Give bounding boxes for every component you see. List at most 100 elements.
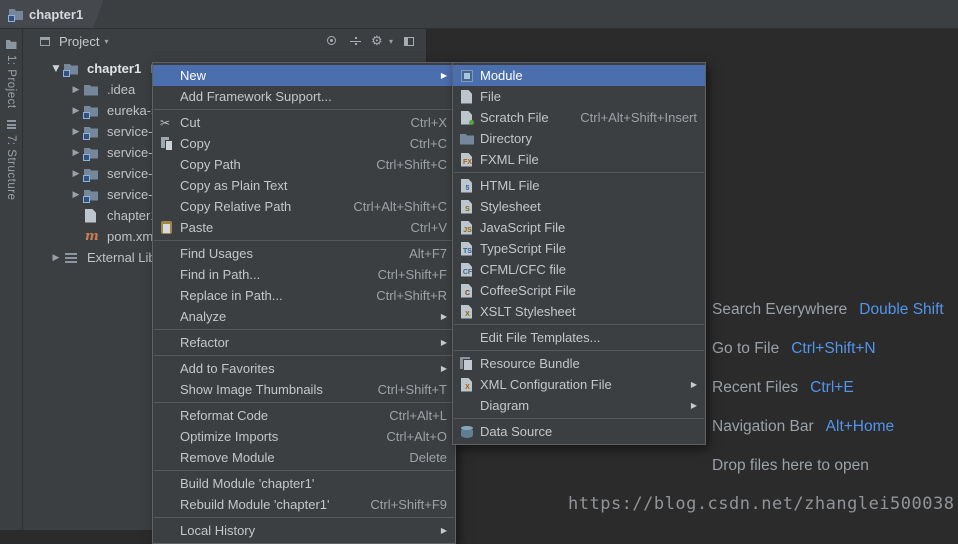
expand-arrow-icon[interactable]: ▶ bbox=[69, 190, 83, 200]
blank-icon bbox=[159, 497, 175, 513]
menu-item-find-in-path[interactable]: Find in Path...Ctrl+Shift+F bbox=[153, 264, 455, 285]
tool-button-project-label: 1: Project bbox=[5, 55, 17, 109]
menu-item-new[interactable]: New▶ bbox=[153, 65, 455, 86]
menu-item-label: Cut bbox=[180, 115, 395, 130]
editor-hint: Search EverywhereDouble Shift bbox=[712, 301, 944, 325]
menu-item-replace-in-path[interactable]: Replace in Path...Ctrl+Shift+R bbox=[153, 285, 455, 306]
hint-shortcut: Ctrl+E bbox=[810, 379, 854, 396]
expand-arrow-icon[interactable]: ▶ bbox=[69, 106, 83, 116]
menu-item-cut[interactable]: Cut Ctrl+X bbox=[153, 112, 455, 133]
collapse-all-icon[interactable] bbox=[347, 33, 364, 50]
tool-button-structure[interactable]: 7: Structure bbox=[5, 118, 18, 200]
menu-item-optimize-imports[interactable]: Optimize ImportsCtrl+Alt+O bbox=[153, 426, 455, 447]
menu-item-label: Module bbox=[480, 68, 697, 83]
menu-item-analyze[interactable]: Analyze▶ bbox=[153, 306, 455, 327]
menu-item-javascript-file[interactable]: JavaScript File bbox=[453, 217, 705, 238]
menu-item-copy-path[interactable]: Copy PathCtrl+Shift+C bbox=[153, 154, 455, 175]
menu-item-label: Copy bbox=[180, 136, 394, 151]
menu-item-label: Add Framework Support... bbox=[180, 89, 447, 104]
menu-item-remove-module[interactable]: Remove ModuleDelete bbox=[153, 447, 455, 468]
menu-item-show-image-thumbnails[interactable]: Show Image ThumbnailsCtrl+Shift+T bbox=[153, 379, 455, 400]
expand-arrow-icon[interactable]: ▶ bbox=[49, 253, 63, 263]
menu-item-xml-configuration-file[interactable]: XML Configuration File▶ bbox=[453, 374, 705, 395]
menu-item-fxml-file[interactable]: FXML File bbox=[453, 149, 705, 170]
blank-icon bbox=[159, 450, 175, 466]
module-folder-icon bbox=[83, 166, 99, 182]
menu-item-stylesheet[interactable]: Stylesheet bbox=[453, 196, 705, 217]
locate-file-icon[interactable] bbox=[324, 33, 341, 50]
menu-item-reformat-code[interactable]: Reformat CodeCtrl+Alt+L bbox=[153, 405, 455, 426]
menu-item-html-file[interactable]: HTML File bbox=[453, 175, 705, 196]
submenu-arrow-icon: ▶ bbox=[436, 526, 447, 535]
tool-button-structure-label: 7: Structure bbox=[5, 135, 17, 200]
menu-item-label: Refactor bbox=[180, 335, 436, 350]
menu-item-cfml-cfc-file[interactable]: CFML/CFC file bbox=[453, 259, 705, 280]
menu-item-local-history[interactable]: Local History▶ bbox=[153, 520, 455, 541]
menu-item-copy[interactable]: CopyCtrl+C bbox=[153, 133, 455, 154]
menu-separator bbox=[454, 324, 704, 325]
hide-panel-icon[interactable] bbox=[401, 33, 418, 50]
blank-icon bbox=[159, 476, 175, 492]
hint-label: Drop files here to open bbox=[712, 457, 869, 474]
menu-item-build-module-chapter1[interactable]: Build Module 'chapter1' bbox=[153, 473, 455, 494]
menu-item-module[interactable]: Module bbox=[453, 65, 705, 86]
folder-icon bbox=[459, 131, 475, 147]
menu-item-rebuild-module-chapter1[interactable]: Rebuild Module 'chapter1'Ctrl+Shift+F9 bbox=[153, 494, 455, 515]
editor-hint: Recent FilesCtrl+E bbox=[712, 379, 944, 403]
menu-item-resource-bundle[interactable]: Resource Bundle bbox=[453, 353, 705, 374]
menu-item-xslt-stylesheet[interactable]: XSLT Stylesheet bbox=[453, 301, 705, 322]
expand-arrow-icon[interactable]: ▶ bbox=[69, 127, 83, 137]
xslt-icon bbox=[459, 304, 475, 320]
blank-icon bbox=[159, 382, 175, 398]
menu-item-file[interactable]: File bbox=[453, 86, 705, 107]
menu-item-paste[interactable]: Paste Ctrl+V bbox=[153, 217, 455, 238]
tree-item-label: chapter1 bbox=[87, 61, 141, 76]
tool-button-project[interactable]: 1: Project bbox=[5, 38, 18, 109]
menu-item-diagram[interactable]: Diagram▶ bbox=[453, 395, 705, 416]
expand-arrow-icon[interactable]: ▶ bbox=[69, 148, 83, 158]
tab-chapter1[interactable]: chapter1 bbox=[0, 0, 103, 28]
file-icon bbox=[459, 89, 475, 105]
menu-item-shortcut: Ctrl+Shift+F bbox=[378, 267, 447, 282]
menu-separator bbox=[454, 350, 704, 351]
menu-item-data-source[interactable]: Data Source bbox=[453, 421, 705, 442]
menu-item-label: Paste bbox=[180, 220, 395, 235]
blank-icon bbox=[159, 89, 175, 105]
chevron-down-icon: ▾ bbox=[389, 37, 393, 46]
menu-item-shortcut: Ctrl+V bbox=[411, 220, 447, 235]
shortcut-hints: Search EverywhereDouble ShiftGo to FileC… bbox=[712, 301, 944, 496]
collapse-arrow-icon[interactable]: ▼ bbox=[49, 64, 63, 74]
menu-item-scratch-file[interactable]: Scratch FileCtrl+Alt+Shift+Insert bbox=[453, 107, 705, 128]
cf-icon bbox=[459, 262, 475, 278]
menu-item-copy-as-plain-text[interactable]: Copy as Plain Text bbox=[153, 175, 455, 196]
hint-label: Search Everywhere bbox=[712, 301, 847, 318]
menu-item-shortcut: Ctrl+X bbox=[411, 115, 447, 130]
menu-item-find-usages[interactable]: Find UsagesAlt+F7 bbox=[153, 243, 455, 264]
menu-item-edit-file-templates[interactable]: Edit File Templates... bbox=[453, 327, 705, 348]
menu-item-refactor[interactable]: Refactor▶ bbox=[153, 332, 455, 353]
menu-item-label: Remove Module bbox=[180, 450, 393, 465]
submenu-arrow-icon: ▶ bbox=[436, 312, 447, 321]
scratch-icon bbox=[459, 110, 475, 126]
module-folder-icon bbox=[83, 124, 99, 140]
blank-icon bbox=[159, 408, 175, 424]
menu-item-label: Directory bbox=[480, 131, 697, 146]
project-view-title[interactable]: Project bbox=[59, 34, 99, 49]
menu-item-add-framework-support[interactable]: Add Framework Support... bbox=[153, 86, 455, 107]
menu-item-label: Stylesheet bbox=[480, 199, 697, 214]
menu-item-copy-relative-path[interactable]: Copy Relative PathCtrl+Alt+Shift+C bbox=[153, 196, 455, 217]
menu-item-add-to-favorites[interactable]: Add to Favorites▶ bbox=[153, 358, 455, 379]
menu-item-coffeescript-file[interactable]: CoffeeScript File bbox=[453, 280, 705, 301]
blank-icon bbox=[159, 335, 175, 351]
expand-arrow-icon[interactable]: ▶ bbox=[69, 85, 83, 95]
menu-item-directory[interactable]: Directory bbox=[453, 128, 705, 149]
blank-icon bbox=[159, 267, 175, 283]
expand-arrow-icon[interactable]: ▶ bbox=[69, 169, 83, 179]
menu-item-typescript-file[interactable]: TypeScript File bbox=[453, 238, 705, 259]
menu-item-label: Data Source bbox=[480, 424, 697, 439]
settings-gear-icon[interactable] bbox=[370, 33, 387, 50]
submenu-arrow-icon: ▶ bbox=[436, 71, 447, 80]
menu-item-label: File bbox=[480, 89, 697, 104]
menu-item-label: New bbox=[180, 68, 436, 83]
menu-separator bbox=[154, 517, 454, 518]
